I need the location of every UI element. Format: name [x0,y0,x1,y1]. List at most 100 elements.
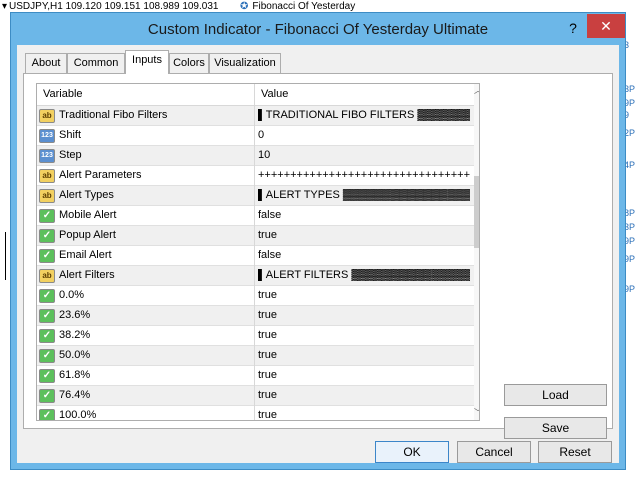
table-row[interactable]: ✓ 38.2% true [37,326,474,346]
table-row[interactable]: ✓ 100.0% true [37,406,474,421]
grid-header: Variable Value [37,84,474,106]
reset-button[interactable]: Reset [538,441,612,463]
cell-divider [254,406,255,420]
column-header-variable[interactable]: Variable [43,88,83,100]
table-row[interactable]: ab Alert Types ▌ALERT TYPES ▓▓▓▓▓▓▓▓▓▓▓▓▓▓… [37,186,474,206]
bool-type-icon: ✓ [39,309,55,323]
value-cell[interactable]: true [258,409,470,420]
cell-divider [254,106,255,126]
variable-name: Alert Parameters [59,169,142,181]
cell-divider [254,326,255,346]
help-button[interactable]: ? [560,18,586,38]
custom-indicator-dialog: Custom Indicator - Fibonacci Of Yesterda… [10,12,626,470]
value-cell[interactable]: ▌TRADITIONAL FIBO FILTERS ▓▓▓▓▓▓▓▓▓▓ [258,109,470,121]
bool-type-icon: ✓ [39,209,55,223]
column-divider[interactable] [254,84,255,106]
cancel-button[interactable]: Cancel [457,441,531,463]
cell-divider [254,386,255,406]
cell-divider [254,346,255,366]
value-cell[interactable]: true [258,329,470,341]
ok-button[interactable]: OK [375,441,449,463]
load-button[interactable]: Load [504,384,607,406]
table-row[interactable]: ab Alert Filters ▌ALERT FILTERS ▓▓▓▓▓▓▓▓▓▓… [37,266,474,286]
table-row[interactable]: ab Traditional Fibo Filters ▌TRADITIONAL F… [37,106,474,126]
title-bar[interactable]: Custom Indicator - Fibonacci Of Yesterda… [11,13,625,45]
cell-divider [254,286,255,306]
close-button[interactable]: ✕ [587,14,625,38]
tab-about[interactable]: About [25,53,67,73]
cell-divider [254,226,255,246]
variable-name: Alert Filters [59,269,115,281]
gear-icon: ✪ [240,1,249,12]
variable-name: 61.8% [59,369,91,381]
variable-name: 38.2% [59,329,91,341]
tab-common[interactable]: Common [67,53,125,73]
variable-name: 50.0% [59,349,91,361]
value-cell[interactable]: true [258,309,470,321]
chart-indicator-label[interactable]: ✪ Fibonacci Of Yesterday [240,1,355,12]
tab-colors[interactable]: Colors [169,53,209,73]
cell-divider [254,366,255,386]
table-row[interactable]: ✓ 61.8% true [37,366,474,386]
value-cell[interactable]: ▌ALERT FILTERS ▓▓▓▓▓▓▓▓▓▓▓▓▓▓▓▓▓▓▓ [258,269,470,281]
table-row[interactable]: ✓ 76.4% true [37,386,474,406]
value-cell[interactable]: false [258,249,470,261]
variable-name: 0.0% [59,289,85,301]
chart-symbol: USDJPY,H1 109.120 109.151 108.989 109.03… [2,1,218,12]
inputs-grid: Variable Value ab Traditional Fibo Filter… [36,83,480,421]
scroll-down-arrow-icon[interactable]: ﹀ [474,406,479,420]
bool-type-icon: ✓ [39,229,55,243]
string-type-icon: ab [39,169,55,183]
number-type-icon: 123 [39,149,55,163]
variable-name: Popup Alert [59,229,116,241]
variable-name: Step [59,149,82,161]
string-type-icon: ab [39,269,55,283]
variable-name: Shift [59,129,82,141]
value-cell[interactable]: true [258,389,470,401]
table-row[interactable]: ✓ 0.0% true [37,286,474,306]
table-row[interactable]: 123 Step 10 [37,146,474,166]
vertical-scrollbar[interactable] [474,84,479,420]
variable-name: 23.6% [59,309,91,321]
cell-divider [254,246,255,266]
table-row[interactable]: ✓ Popup Alert true [37,226,474,246]
bool-type-icon: ✓ [39,369,55,383]
table-row[interactable]: ✓ 50.0% true [37,346,474,366]
table-row[interactable]: ✓ 23.6% true [37,306,474,326]
cell-divider [254,186,255,206]
dialog-title: Custom Indicator - Fibonacci Of Yesterda… [147,21,489,38]
table-row[interactable]: ab Alert Parameters ++++++++++++++++++++++… [37,166,474,186]
variable-name: 76.4% [59,389,91,401]
value-cell[interactable]: 0 [258,129,470,141]
value-cell[interactable]: 10 [258,149,470,161]
grid-rows: ab Traditional Fibo Filters ▌TRADITIONAL F… [37,106,474,421]
variable-name: Mobile Alert [59,209,117,221]
save-button[interactable]: Save [504,417,607,439]
table-row[interactable]: ✓ Email Alert false [37,246,474,266]
tab-inputs[interactable]: Inputs [125,50,169,74]
value-cell[interactable]: true [258,229,470,241]
variable-name: 100.0% [59,409,97,421]
variable-name: Email Alert [59,249,112,261]
tab-visualization[interactable]: Visualization [209,53,281,73]
column-header-value[interactable]: Value [261,88,288,100]
bool-type-icon: ✓ [39,329,55,343]
scrollbar-thumb[interactable] [474,176,479,248]
value-cell[interactable]: ▌ALERT TYPES ▓▓▓▓▓▓▓▓▓▓▓▓▓▓▓▓▓▓▓▓ [258,189,470,201]
table-row[interactable]: 123 Shift 0 [37,126,474,146]
indicator-name: Fibonacci Of Yesterday [252,1,356,12]
dialog-client: About Common Inputs Colors Visualization… [17,45,619,463]
variable-name: Traditional Fibo Filters [59,109,168,121]
value-cell[interactable]: true [258,349,470,361]
value-cell[interactable]: false [258,209,470,221]
string-type-icon: ab [39,189,55,203]
value-cell[interactable]: true [258,289,470,301]
cell-divider [254,306,255,326]
bool-type-icon: ✓ [39,249,55,263]
value-cell[interactable]: ++++++++++++++++++++++++++++++++++++++ [258,169,470,181]
value-cell[interactable]: true [258,369,470,381]
bool-type-icon: ✓ [39,349,55,363]
table-row[interactable]: ✓ Mobile Alert false [37,206,474,226]
cell-divider [254,146,255,166]
scroll-up-arrow-icon[interactable]: ︿ [474,84,479,98]
